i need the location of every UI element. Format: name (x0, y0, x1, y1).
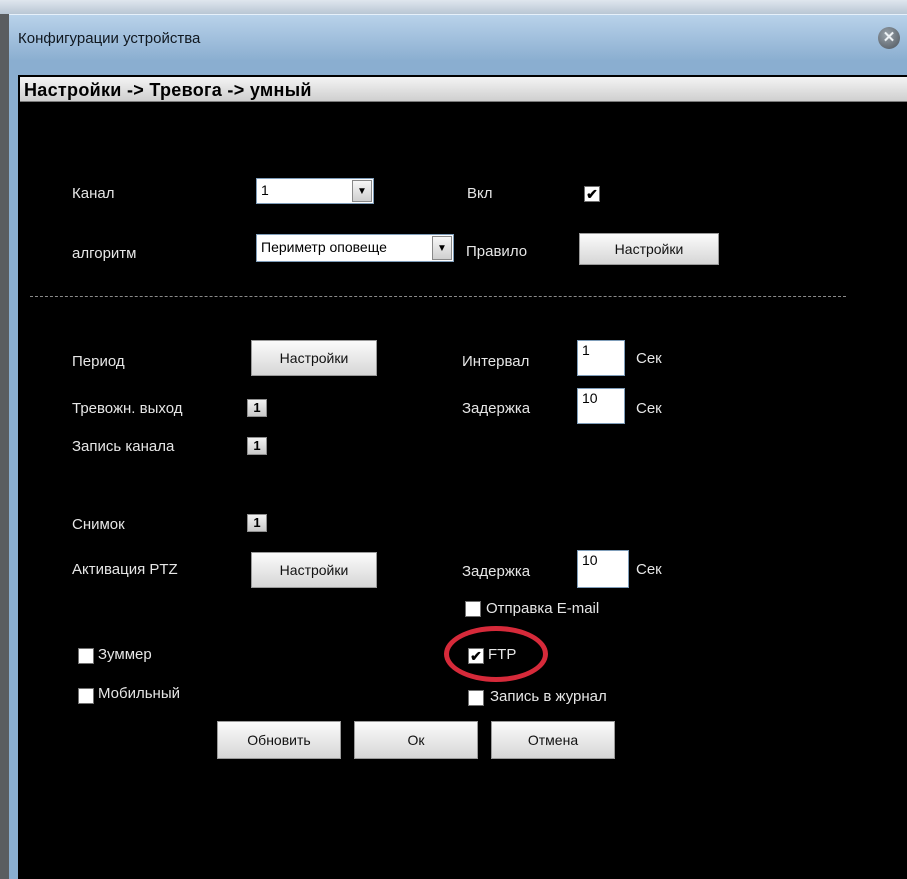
email-label: Отправка E-mail (486, 600, 600, 617)
algorithm-label: алгоритм (72, 245, 137, 262)
interval-label: Интервал (462, 353, 530, 370)
window-title: Конфигурации устройства (18, 30, 201, 47)
algorithm-select-value: Периметр оповеще (261, 239, 387, 255)
mobile-label: Мобильный (98, 685, 180, 702)
desktop-strip (0, 0, 907, 14)
snapshot-channel[interactable]: 1 (247, 514, 267, 532)
breadcrumb-text: Настройки -> Тревога -> умный (24, 80, 312, 100)
period-label: Период (72, 353, 125, 370)
algorithm-select[interactable]: Периметр оповеще ▼ (256, 234, 454, 262)
delay2-label: Задержка (462, 563, 531, 580)
delay-input[interactable]: 10 (577, 388, 625, 424)
ptz-settings-button[interactable]: Настройки (251, 552, 377, 588)
snapshot-label: Снимок (72, 516, 125, 533)
rule-settings-button[interactable]: Настройки (579, 233, 719, 265)
chevron-down-icon[interactable]: ▼ (432, 236, 452, 260)
close-icon[interactable]: ✕ (878, 27, 900, 49)
buzzer-checkbox[interactable] (78, 648, 94, 664)
delay-unit: Сек (636, 400, 662, 417)
enable-checkbox[interactable]: ✔ (584, 186, 600, 202)
config-window: Конфигурации устройства ✕ Настройки -> Т… (0, 0, 907, 879)
ok-button[interactable]: Ок (354, 721, 478, 759)
ptz-label: Активация PTZ (72, 561, 178, 578)
alarm-output-label: Тревожн. выход (72, 400, 183, 417)
log-label: Запись в журнал (490, 688, 607, 705)
channel-select-value: 1 (261, 182, 269, 198)
cancel-button[interactable]: Отмена (491, 721, 615, 759)
enable-label: Вкл (467, 185, 493, 202)
interval-unit: Сек (636, 350, 662, 367)
delay2-unit: Сек (636, 561, 662, 578)
delay2-input[interactable]: 10 (577, 550, 629, 588)
alarm-output-channel[interactable]: 1 (247, 399, 267, 417)
channel-label: Канал (72, 185, 115, 202)
delay-label: Задержка (462, 400, 531, 417)
log-checkbox[interactable] (468, 690, 484, 706)
channel-select[interactable]: 1 ▼ (256, 178, 374, 204)
mobile-checkbox[interactable] (78, 688, 94, 704)
record-channel-label: Запись канала (72, 438, 175, 455)
rule-label: Правило (466, 243, 528, 260)
chevron-down-icon[interactable]: ▼ (352, 180, 372, 202)
ftp-highlight-circle (444, 626, 548, 682)
record-channel-value[interactable]: 1 (247, 437, 267, 455)
period-settings-button[interactable]: Настройки (251, 340, 377, 376)
email-checkbox[interactable] (465, 601, 481, 617)
refresh-button[interactable]: Обновить (217, 721, 341, 759)
section-divider (30, 296, 846, 297)
buzzer-label: Зуммер (98, 646, 152, 663)
interval-input[interactable]: 1 (577, 340, 625, 376)
